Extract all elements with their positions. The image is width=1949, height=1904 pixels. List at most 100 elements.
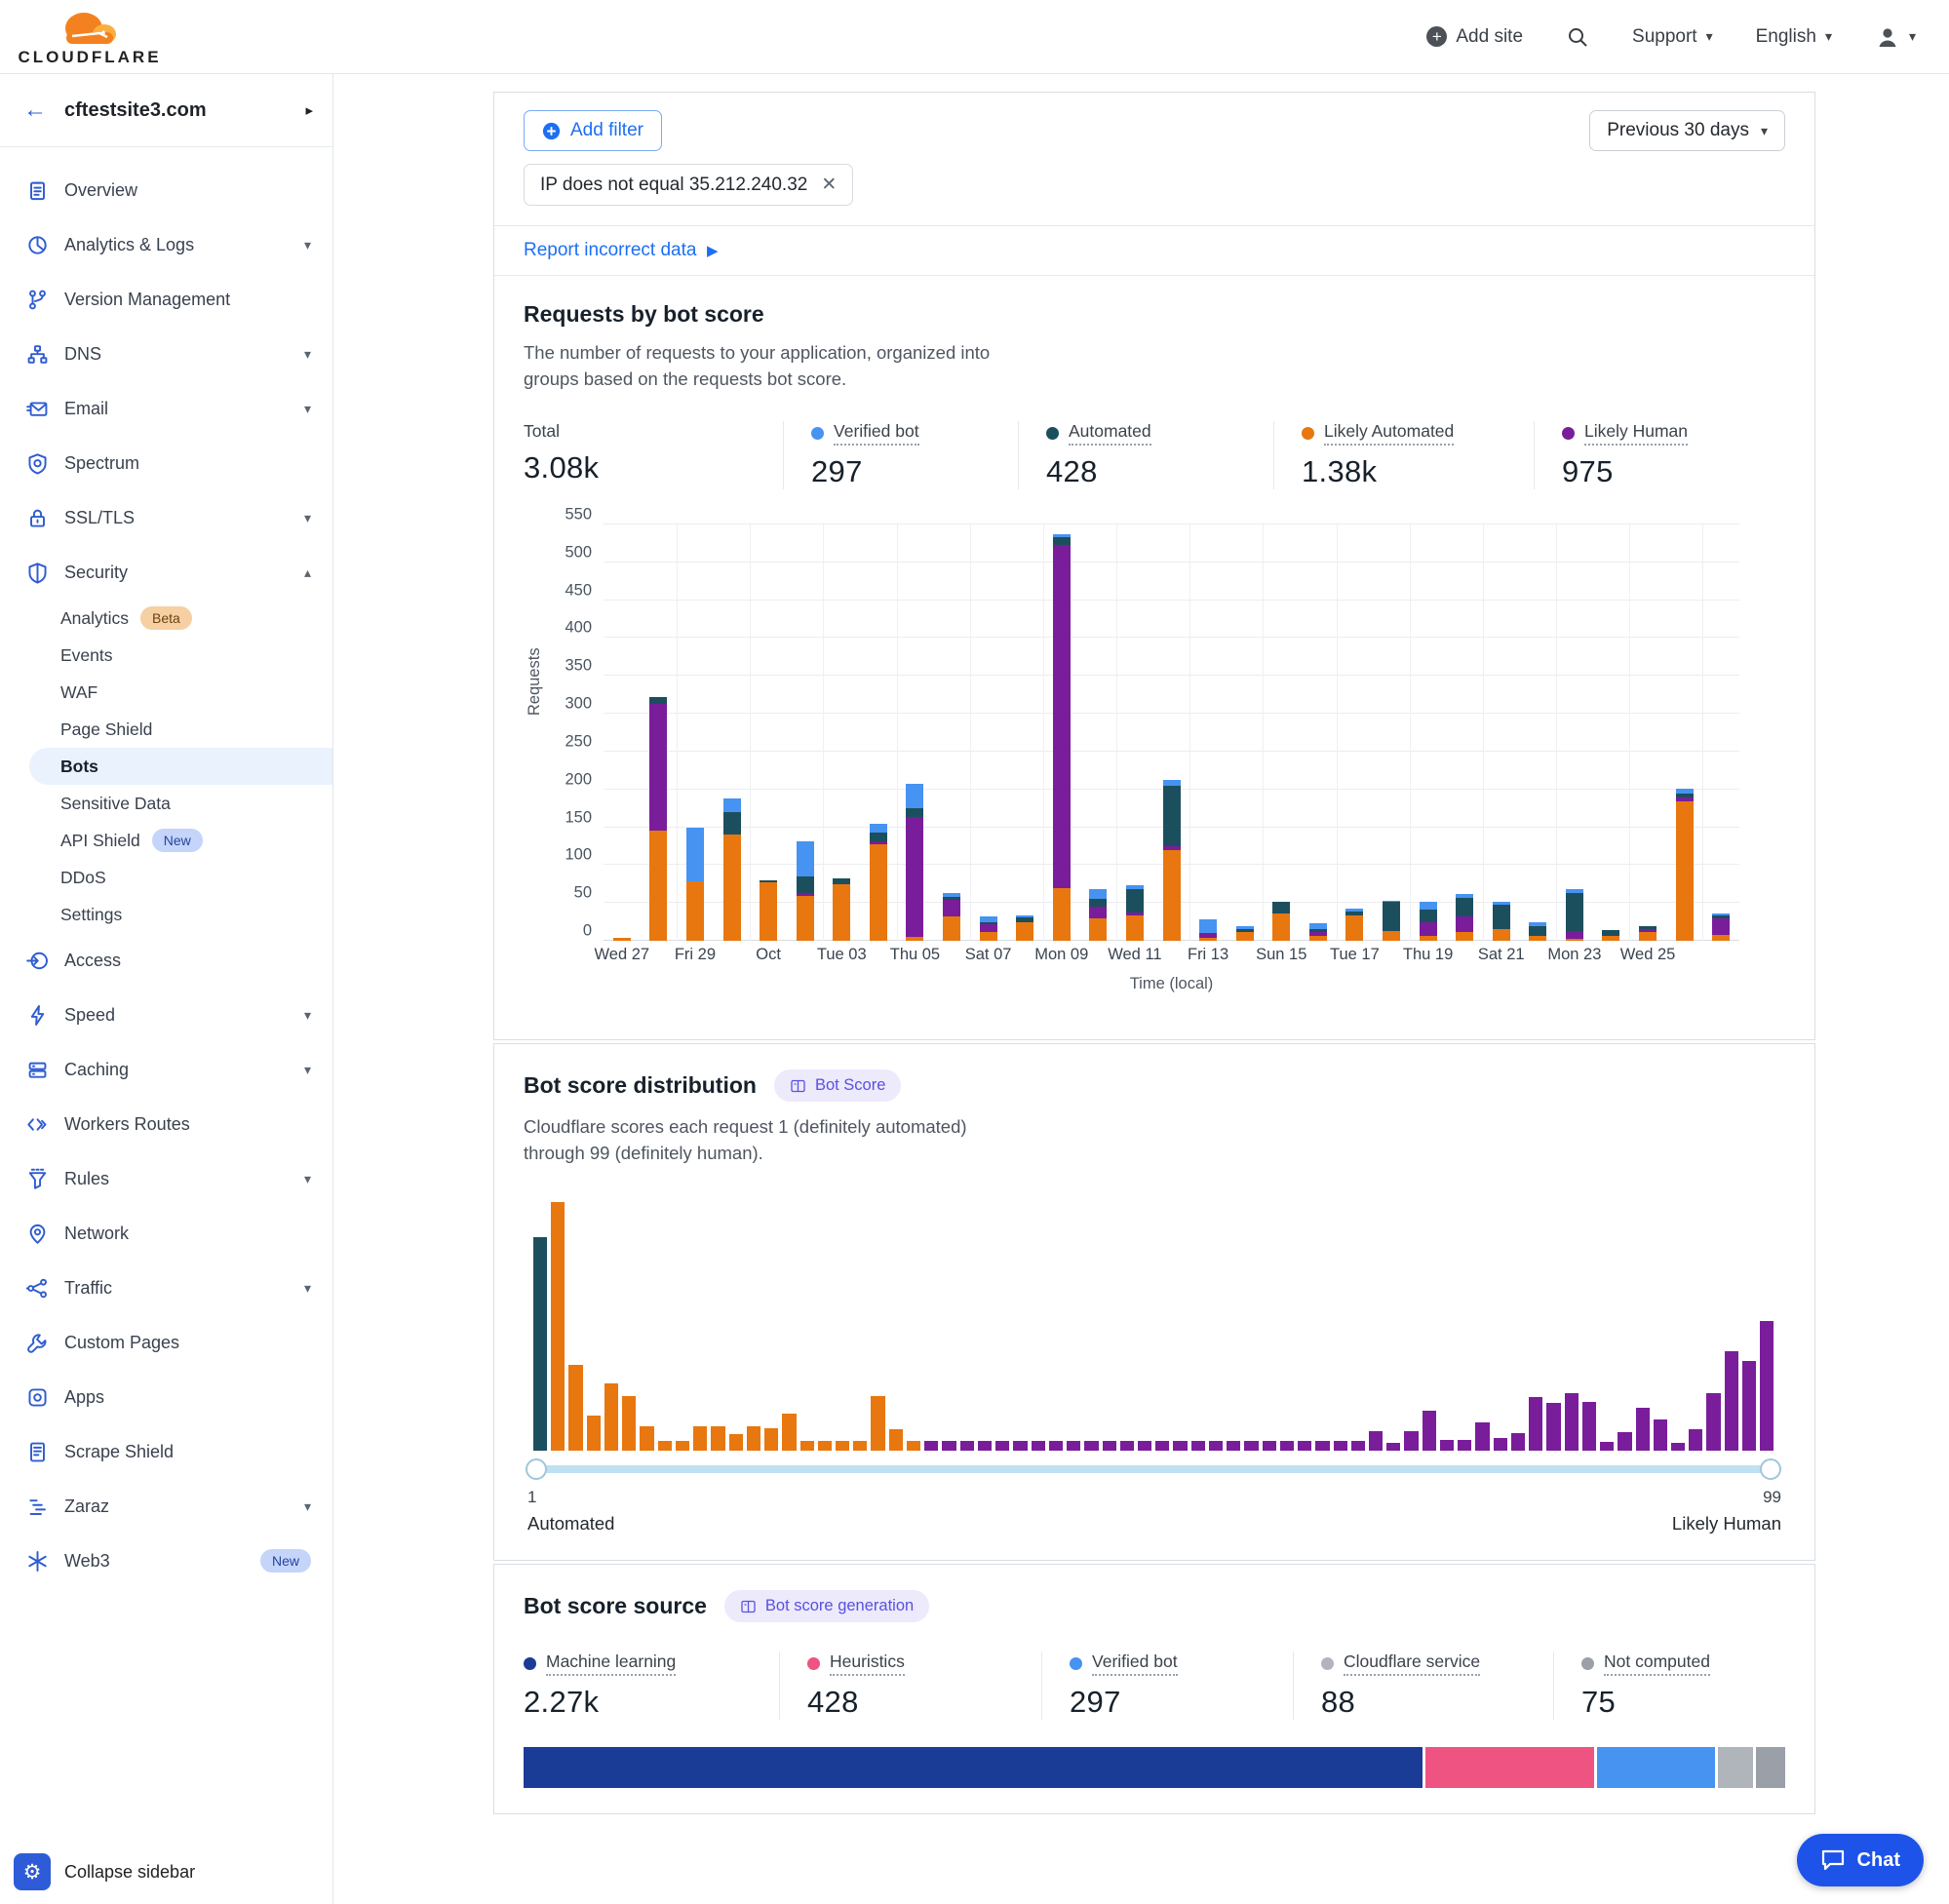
slider-handle-min[interactable] [526,1458,547,1480]
chevron-down-icon: ▾ [304,510,311,526]
sidebar-item-email[interactable]: Email▾ [0,381,332,436]
bot-score-badge[interactable]: Bot Score [774,1069,901,1102]
bar-segment [649,831,667,941]
sidebar-item-custom-pages[interactable]: Custom Pages [0,1315,332,1370]
chart-bar-oct-06 [943,893,960,941]
network-icon [25,1222,49,1245]
sidebar-item-apps[interactable]: Apps [0,1370,332,1424]
bar-segment [1566,893,1583,931]
sidebar-subitem-page-shield[interactable]: Page Shield [0,711,332,748]
chevron-down-icon: ▾ [1761,123,1768,139]
stat-likely-automated: Likely Automated 1.38k [1273,421,1534,489]
bot-score-generation-badge[interactable]: Bot score generation [724,1590,929,1622]
top-navigation: CLOUDFLARE + Add site Support ▾ English … [0,0,1949,74]
chevron-down-icon: ▾ [304,346,311,363]
bar-segment [1163,786,1181,846]
sidebar-subitem-sensitive-data[interactable]: Sensitive Data [0,785,332,822]
add-site-button[interactable]: + Add site [1426,26,1523,48]
y-tick-label: 50 [574,884,592,903]
slider-handle-max[interactable] [1760,1458,1781,1480]
sidebar-subitem-label: Settings [60,905,122,925]
x-tick-label: Wed 27 [594,946,649,964]
sidebar-item-caching[interactable]: Caching▾ [0,1042,332,1097]
histogram-bar [1263,1441,1276,1451]
cloudflare-logo[interactable]: CLOUDFLARE [21,7,158,67]
sidebar-item-spectrum[interactable]: Spectrum [0,436,332,490]
support-menu[interactable]: Support ▾ [1632,26,1713,48]
sidebar-subitem-ddos[interactable]: DDoS [0,859,332,896]
sidebar-subitem-settings[interactable]: Settings [0,896,332,933]
sidebar-item-rules[interactable]: Rules▾ [0,1151,332,1206]
bar-segment [1053,888,1071,941]
site-switcher[interactable]: ← cftestsite3.com ▸ [0,74,332,147]
sidebar-item-dns[interactable]: DNS▾ [0,327,332,381]
sidebar-item-ssl-tls[interactable]: SSL/TLS▾ [0,490,332,545]
date-range-dropdown[interactable]: Previous 30 days ▾ [1589,110,1785,151]
sidebar-item-speed[interactable]: Speed▾ [0,988,332,1042]
sidebar-item-network[interactable]: Network [0,1206,332,1261]
collapse-sidebar-button[interactable]: Collapse sidebar [64,1862,195,1883]
account-menu[interactable]: ▾ [1875,24,1916,50]
bar-segment [797,876,814,893]
sidebar-item-label: Web3 [64,1551,245,1572]
gear-icon[interactable]: ⚙ [14,1853,51,1890]
chart-bar-oct-11 [1126,885,1144,941]
chat-button[interactable]: Chat [1797,1834,1924,1886]
sidebar-subitem-bots[interactable]: Bots [29,748,332,785]
histogram-bar [604,1383,618,1451]
histogram-bar [1689,1429,1702,1451]
bar-segment [906,817,923,937]
chevron-right-icon[interactable]: ▸ [305,101,313,119]
sidebar-subitem-api-shield[interactable]: API ShieldNew [0,822,332,859]
report-incorrect-data-link[interactable]: Report incorrect data ▶ [524,240,719,260]
sidebar-item-zaraz[interactable]: Zaraz▾ [0,1479,332,1534]
gridline [750,525,751,941]
bar-segment [1199,919,1217,934]
gridline [1556,525,1557,941]
search-icon [1566,25,1589,49]
sidebar-subitem-label: DDoS [60,868,106,888]
chart-plot-area [604,525,1739,941]
bar-segment [906,808,923,817]
slider-track[interactable] [527,1465,1779,1473]
sidebar-nav: OverviewAnalytics & Logs▾Version Managem… [0,147,332,1588]
close-icon[interactable]: ✕ [821,174,837,196]
chevron-down-icon: ▾ [304,1171,311,1187]
histogram-bar [1529,1397,1542,1451]
add-filter-button[interactable]: Add filter [524,110,662,151]
sidebar-item-analytics-logs[interactable]: Analytics & Logs▾ [0,217,332,272]
requests-description: The number of requests to your applicati… [524,339,1016,392]
sidebar-item-traffic[interactable]: Traffic▾ [0,1261,332,1315]
bar-segment [1420,922,1437,936]
histogram-bar [942,1441,955,1451]
sidebar-item-scrape-shield[interactable]: Scrape Shield [0,1424,332,1479]
sidebar-item-label: Security [64,563,289,583]
sidebar-subitem-events[interactable]: Events [0,637,332,674]
histogram-bar [1725,1351,1738,1451]
sidebar-item-security[interactable]: Security▴ [0,545,332,600]
chart-bar-oct-17 [1345,909,1363,941]
chart-bar-oct-19 [1420,902,1437,941]
search-button[interactable] [1566,25,1589,49]
language-menu[interactable]: English ▾ [1756,26,1832,48]
sidebar-item-access[interactable]: Access [0,933,332,988]
chart-bar-oct-09 [1053,534,1071,941]
chart-bar-oct-22 [1529,922,1546,941]
chevron-down-icon: ▾ [304,1498,311,1515]
chart-bar-oct-10 [1089,889,1107,941]
x-tick-label: Wed 11 [1108,946,1161,964]
sidebar-item-version-management[interactable]: Version Management [0,272,332,327]
source-segment-heuristics [1425,1747,1595,1788]
filter-chip[interactable]: IP does not equal 35.212.240.32 ✕ [524,164,853,206]
requests-stats: Total 3.08k Verified bot 297 Automated 4… [524,421,1785,489]
histogram-bar [1244,1441,1258,1451]
chart-bar-oct-21 [1493,902,1510,941]
sidebar-item-web3[interactable]: Web3New [0,1534,332,1588]
sidebar-subitem-waf[interactable]: WAF [0,674,332,711]
histogram-bar [1209,1441,1223,1451]
back-arrow-icon[interactable]: ← [23,97,47,124]
bar-segment [686,828,704,881]
sidebar-item-overview[interactable]: Overview [0,163,332,217]
sidebar-item-workers-routes[interactable]: Workers Routes [0,1097,332,1151]
sidebar-subitem-analytics[interactable]: AnalyticsBeta [0,600,332,637]
